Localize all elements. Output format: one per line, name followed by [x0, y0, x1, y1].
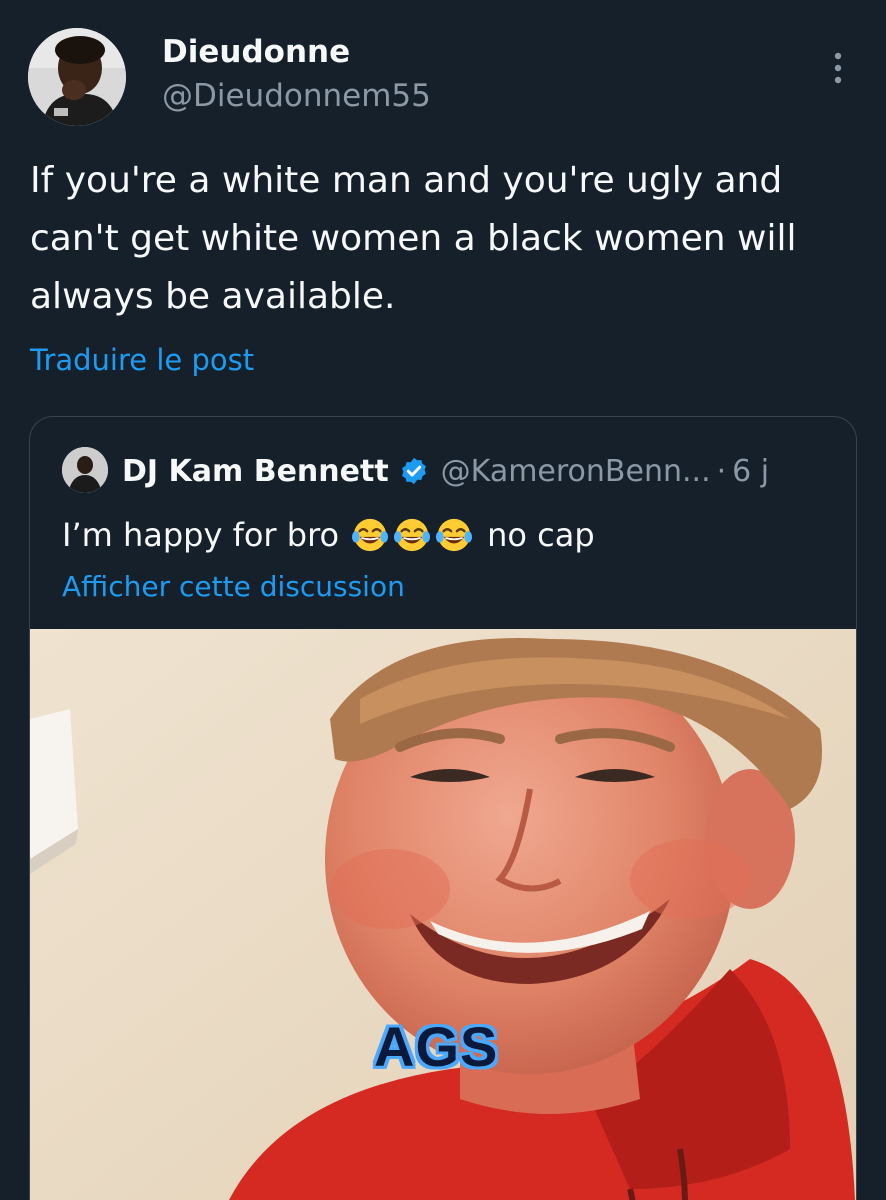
author-handle[interactable]: @Dieudonnem55 — [162, 76, 431, 116]
author-name[interactable]: Dieudonne — [162, 32, 350, 72]
quote-text-end: no cap — [487, 516, 595, 554]
show-thread-link[interactable]: Afficher cette discussion — [62, 567, 405, 607]
quote-text: I’m happy for bro no cap — [62, 513, 595, 557]
quote-timestamp[interactable]: 6 j — [732, 454, 769, 489]
quote-media[interactable]: AGS — [30, 629, 856, 1200]
tweet-text: If you're a white man and you're ugly an… — [30, 160, 797, 317]
more-vertical-icon — [834, 52, 842, 84]
verified-badge-icon — [401, 457, 426, 485]
quote-text-start: I’m happy for bro — [62, 516, 340, 554]
face-with-tears-of-joy-icon — [352, 518, 389, 552]
quote-header: DJ Kam Bennett @KameronBenn... · 6 j — [122, 449, 769, 493]
quoted-tweet-card[interactable]: DJ Kam Bennett @KameronBenn... · 6 j I’m… — [29, 416, 857, 1200]
emoji-group — [351, 516, 477, 554]
author-avatar[interactable] — [28, 28, 126, 126]
more-options-button[interactable] — [818, 46, 858, 90]
face-with-tears-of-joy-icon — [436, 518, 473, 552]
quote-author-handle[interactable]: @KameronBenn... — [441, 454, 711, 489]
quote-author-name[interactable]: DJ Kam Bennett — [122, 454, 389, 489]
face-with-tears-of-joy-icon — [394, 518, 431, 552]
translate-post-link[interactable]: Traduire le post — [30, 340, 254, 380]
quote-author-avatar[interactable] — [62, 447, 108, 493]
media-caption: AGS — [374, 1015, 499, 1078]
separator-dot: · — [716, 453, 727, 489]
tweet-view: Dieudonne @Dieudonnem55 If you're a whit… — [0, 0, 886, 1200]
media-frame-image — [30, 629, 856, 1200]
